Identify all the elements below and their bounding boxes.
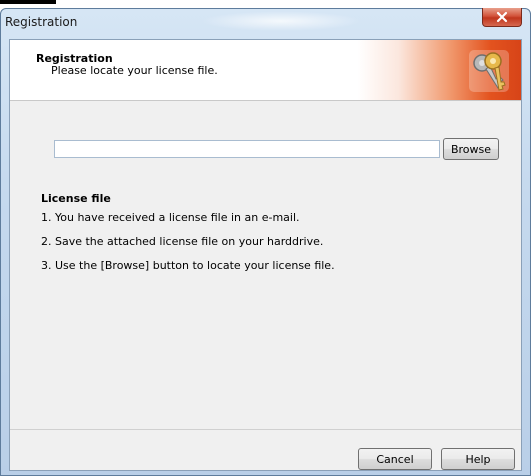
close-icon (496, 11, 508, 23)
help-button[interactable]: Help (441, 448, 515, 470)
instruction-step: 3. Use the [Browse] button to locate you… (41, 259, 335, 272)
keys-icon (469, 50, 509, 92)
dialog-content: Registration Please locate your license … (9, 39, 522, 471)
title-bar[interactable]: Registration (1, 8, 530, 37)
cancel-button[interactable]: Cancel (358, 448, 432, 470)
close-button[interactable] (482, 8, 522, 27)
header-subtitle: Please locate your license file. (51, 64, 218, 77)
wizard-header: Registration Please locate your license … (10, 40, 521, 101)
browse-button[interactable]: Browse (443, 138, 499, 160)
instruction-step: 1. You have received a license file in a… (41, 211, 300, 224)
top-edge-strip (0, 0, 56, 4)
license-file-heading: License file (41, 192, 111, 205)
window-title: Registration (5, 15, 78, 29)
license-file-input[interactable] (54, 140, 440, 158)
registration-window: Registration Registration Please locate … (0, 8, 531, 476)
instruction-step: 2. Save the attached license file on you… (41, 235, 324, 248)
footer-divider (10, 429, 521, 430)
title-glow (201, 11, 361, 31)
